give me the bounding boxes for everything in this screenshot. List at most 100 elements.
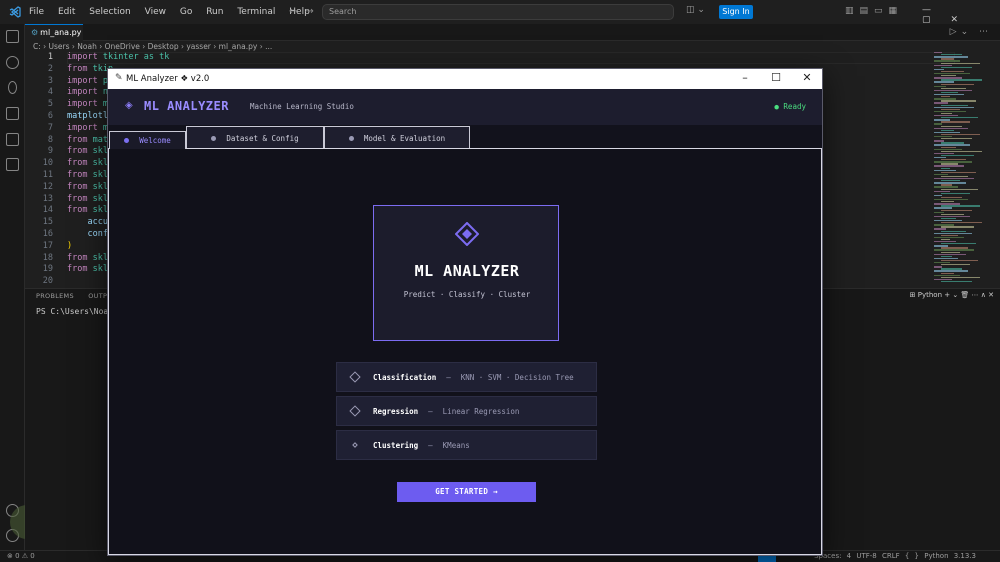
- tab-dot-icon: [348, 135, 354, 141]
- feature-desc: KNN · SVM · Decision Tree: [460, 372, 574, 382]
- code-keyword: from: [67, 205, 88, 216]
- line-number: 18: [42, 252, 53, 263]
- problems-count[interactable]: ⊗ 0 ⚠ 0: [7, 552, 35, 560]
- layout-toggle-icons[interactable]: ▥▤▭▦: [845, 6, 903, 16]
- code-text: tkinter as tk: [97, 52, 170, 62]
- line-number: 17: [42, 240, 53, 251]
- terminal-icon: ⊞: [909, 291, 918, 299]
- breadcrumb: C: › Users › Noah › OneDrive › Desktop ›…: [33, 42, 273, 51]
- panel-actions-icons[interactable]: + ⌄ 🗑 ⋯ ∧ ✕: [942, 291, 994, 299]
- code-line[interactable]: 7 import ma: [25, 123, 113, 135]
- code-line[interactable]: 3 import pa: [25, 76, 113, 88]
- command-search-input[interactable]: Search: [322, 4, 674, 20]
- run-debug-icon[interactable]: [6, 107, 19, 120]
- get-started-button[interactable]: GET STARTED →: [397, 482, 536, 502]
- close-button[interactable]: ✕: [797, 71, 817, 84]
- copilot-icon[interactable]: ◫ ⌄: [686, 5, 705, 15]
- minimap-line: [941, 280, 972, 283]
- nav-arrows-icon[interactable]: ←→: [289, 6, 322, 17]
- line-number: 4: [47, 87, 53, 98]
- code-line[interactable]: 18 from skle: [25, 253, 113, 265]
- minimize-button[interactable]: –: [735, 71, 755, 84]
- code-line[interactable]: 5 import ma: [25, 99, 113, 111]
- code-line[interactable]: 17): [25, 241, 72, 253]
- line-number: 8: [47, 134, 53, 145]
- testing-icon[interactable]: [6, 158, 19, 171]
- maximize-button[interactable]: ☐: [766, 71, 786, 84]
- code-line[interactable]: 19 from skle: [25, 264, 113, 276]
- line-number: 19: [42, 264, 53, 275]
- code-keyword: from: [67, 158, 88, 169]
- search-icon[interactable]: [6, 56, 19, 69]
- diamond-hero-icon: [374, 221, 560, 250]
- code-line[interactable]: 20: [25, 276, 67, 288]
- code-keyword: from: [67, 63, 88, 74]
- window-title: ML Analyzer ❖ v2.0: [126, 74, 210, 84]
- feature-dash: —: [428, 440, 433, 450]
- menu-selection[interactable]: Selection: [89, 7, 130, 17]
- menu-run[interactable]: Run: [206, 7, 223, 17]
- menu-view[interactable]: View: [145, 7, 166, 17]
- terminal-profile-label: Python: [917, 291, 943, 299]
- code-keyword: import: [67, 52, 98, 62]
- menu-edit[interactable]: Edit: [58, 7, 75, 17]
- panel-tab-problems[interactable]: PROBLEMS: [36, 292, 74, 300]
- sign-in-button[interactable]: Sign In: [719, 5, 753, 19]
- tab-welcome[interactable]: Welcome: [109, 131, 186, 149]
- explorer-icon[interactable]: [6, 30, 19, 43]
- diamond-outline-icon: [349, 371, 361, 383]
- code-line[interactable]: 4 import nu: [25, 87, 113, 99]
- status-right-items[interactable]: Spaces: 4 UTF-8 CRLF { } Python 3.13.3: [814, 552, 976, 560]
- code-line[interactable]: 16 confu: [25, 229, 113, 241]
- minimap[interactable]: [934, 52, 994, 288]
- line-number: 6: [47, 111, 53, 121]
- code-line[interactable]: 11 from skle: [25, 170, 113, 182]
- code-line[interactable]: 14 from skle: [25, 205, 113, 217]
- vscode-logo-icon: [9, 6, 21, 18]
- line-number: 7: [47, 122, 53, 133]
- tab-dataset-config[interactable]: Dataset & Config: [186, 126, 324, 149]
- diamond-logo-icon: ◈: [125, 100, 133, 111]
- minimap-line: [941, 209, 972, 211]
- tab-model-label: Model & Evaluation: [363, 133, 446, 143]
- code-line[interactable]: 2 from tkin: [25, 64, 113, 76]
- line-number: 2: [47, 63, 53, 74]
- extensions-icon[interactable]: [6, 133, 19, 146]
- code-line[interactable]: 10 from skle: [25, 158, 113, 170]
- tab-model-evaluation[interactable]: Model & Evaluation: [324, 126, 470, 149]
- menu-terminal[interactable]: Terminal: [237, 7, 275, 17]
- feature-desc: KMeans: [442, 440, 470, 450]
- line-number: 5: [47, 99, 53, 110]
- menu-go[interactable]: Go: [180, 7, 192, 17]
- line-number: 10: [42, 158, 53, 169]
- line-number: 1: [47, 52, 53, 62]
- terminal-prompt[interactable]: PS C:\Users\Noah>: [36, 307, 118, 316]
- code-line[interactable]: 13 from skle: [25, 194, 113, 206]
- feature-classification: Classification — KNN · SVM · Decision Tr…: [336, 362, 597, 392]
- code-line[interactable]: 12 from skle: [25, 182, 113, 194]
- feather-icon: ✎: [115, 73, 123, 83]
- minimap-line: [941, 138, 972, 140]
- diamond-outline-icon: [349, 405, 361, 417]
- code-line[interactable]: 9 from skle: [25, 146, 113, 158]
- minimap-line: [941, 66, 972, 69]
- tab-ml-ana-py[interactable]: ⚙ ml_ana.py: [25, 24, 83, 41]
- python-file-icon: ⚙: [31, 28, 39, 37]
- tab-dot-icon: [124, 138, 130, 143]
- code-line[interactable]: 15 accur: [25, 217, 113, 229]
- line-number: 3: [47, 75, 53, 86]
- code-line[interactable]: 1 import tkinter as tk: [25, 52, 170, 64]
- code-keyword: from: [67, 181, 88, 192]
- minimap-line: [941, 121, 970, 123]
- code-keyword: from: [67, 146, 88, 157]
- code-line[interactable]: 6 matplotli: [25, 111, 113, 123]
- source-control-icon[interactable]: [8, 81, 17, 94]
- window-titlebar[interactable]: ✎ ML Analyzer ❖ v2.0 – ☐ ✕: [108, 69, 822, 89]
- code-line[interactable]: 8 from matp: [25, 135, 113, 147]
- line-number: 16: [42, 229, 53, 239]
- small-diamond-icon: [352, 442, 358, 448]
- window-controls[interactable]: —▢✕: [922, 5, 1000, 25]
- menu-file[interactable]: File: [29, 7, 44, 17]
- terminal-profile[interactable]: ⊞ Python + ⌄ 🗑 ⋯ ∧ ✕: [910, 291, 994, 299]
- run-python-icon[interactable]: ▷⌄ ⋯: [950, 27, 992, 37]
